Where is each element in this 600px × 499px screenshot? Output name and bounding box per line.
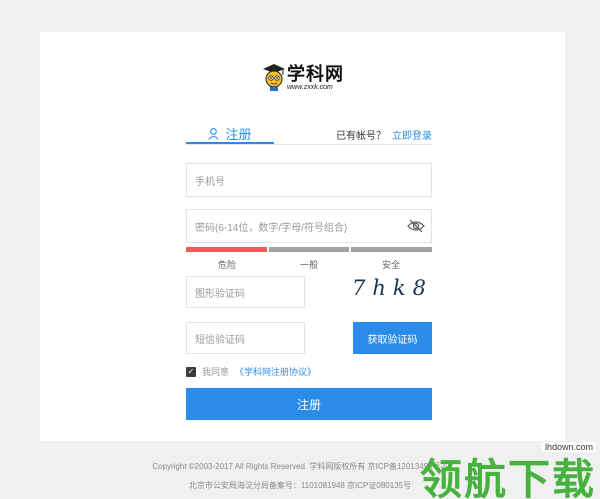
- captcha-image[interactable]: 7hk8: [352, 276, 432, 302]
- strength-segment-danger: [186, 247, 267, 252]
- watermark-text: 领航下载: [420, 456, 597, 499]
- logo-name: 学科网: [287, 64, 344, 84]
- strength-label-medium: 一般: [299, 260, 318, 270]
- strength-label-safe: 安全: [381, 260, 400, 270]
- tab-bar: 注册 已有帐号？ 立即登录: [186, 125, 432, 145]
- watermark-url: lhdown.com: [541, 442, 596, 452]
- sms-code-placeholder: 短信验证码: [195, 334, 245, 346]
- agree-checkbox[interactable]: ✓: [186, 366, 196, 377]
- strength-segment-safe: [351, 247, 433, 252]
- register-submit-button[interactable]: 注册: [186, 388, 432, 420]
- login-link[interactable]: 立即登录: [392, 131, 432, 142]
- have-account-text: 已有帐号？: [336, 131, 386, 142]
- password-input[interactable]: 密码(6-14位，数字/字母/符号组合): [186, 209, 432, 243]
- login-prompt: 已有帐号？ 立即登录: [336, 127, 432, 142]
- graduate-mascot-icon: [263, 64, 285, 91]
- sms-code-input[interactable]: 短信验证码: [186, 322, 305, 354]
- agreement-row: ✓ 我同意 《学科网注册协议》: [186, 365, 316, 378]
- watermark: 领航下载 lhdown.com: [420, 440, 600, 499]
- agree-text: 我同意: [202, 367, 230, 377]
- logo-url: www.zxxk.com: [287, 84, 333, 91]
- tab-register[interactable]: 注册: [186, 125, 274, 144]
- get-code-button[interactable]: 获取验证码: [353, 322, 432, 354]
- strength-segment-medium: [268, 247, 350, 252]
- password-strength-bar: [186, 247, 433, 252]
- site-logo[interactable]: 学科网 www.zxxk.com: [261, 62, 351, 98]
- image-code-input[interactable]: 图形验证码: [186, 276, 305, 308]
- password-placeholder: 密码(6-14位，数字/字母/符号组合): [195, 222, 348, 234]
- strength-labels: 危险 一般 安全: [186, 258, 432, 271]
- eye-off-icon[interactable]: [407, 219, 425, 233]
- image-code-placeholder: 图形验证码: [195, 288, 245, 300]
- phone-input[interactable]: 手机号: [186, 163, 432, 197]
- user-icon: [208, 127, 220, 140]
- tab-register-label: 注册: [225, 127, 252, 142]
- agreement-link[interactable]: 《学科网注册协议》: [235, 365, 316, 378]
- strength-label-danger: 危险: [217, 260, 236, 270]
- phone-placeholder: 手机号: [195, 176, 225, 188]
